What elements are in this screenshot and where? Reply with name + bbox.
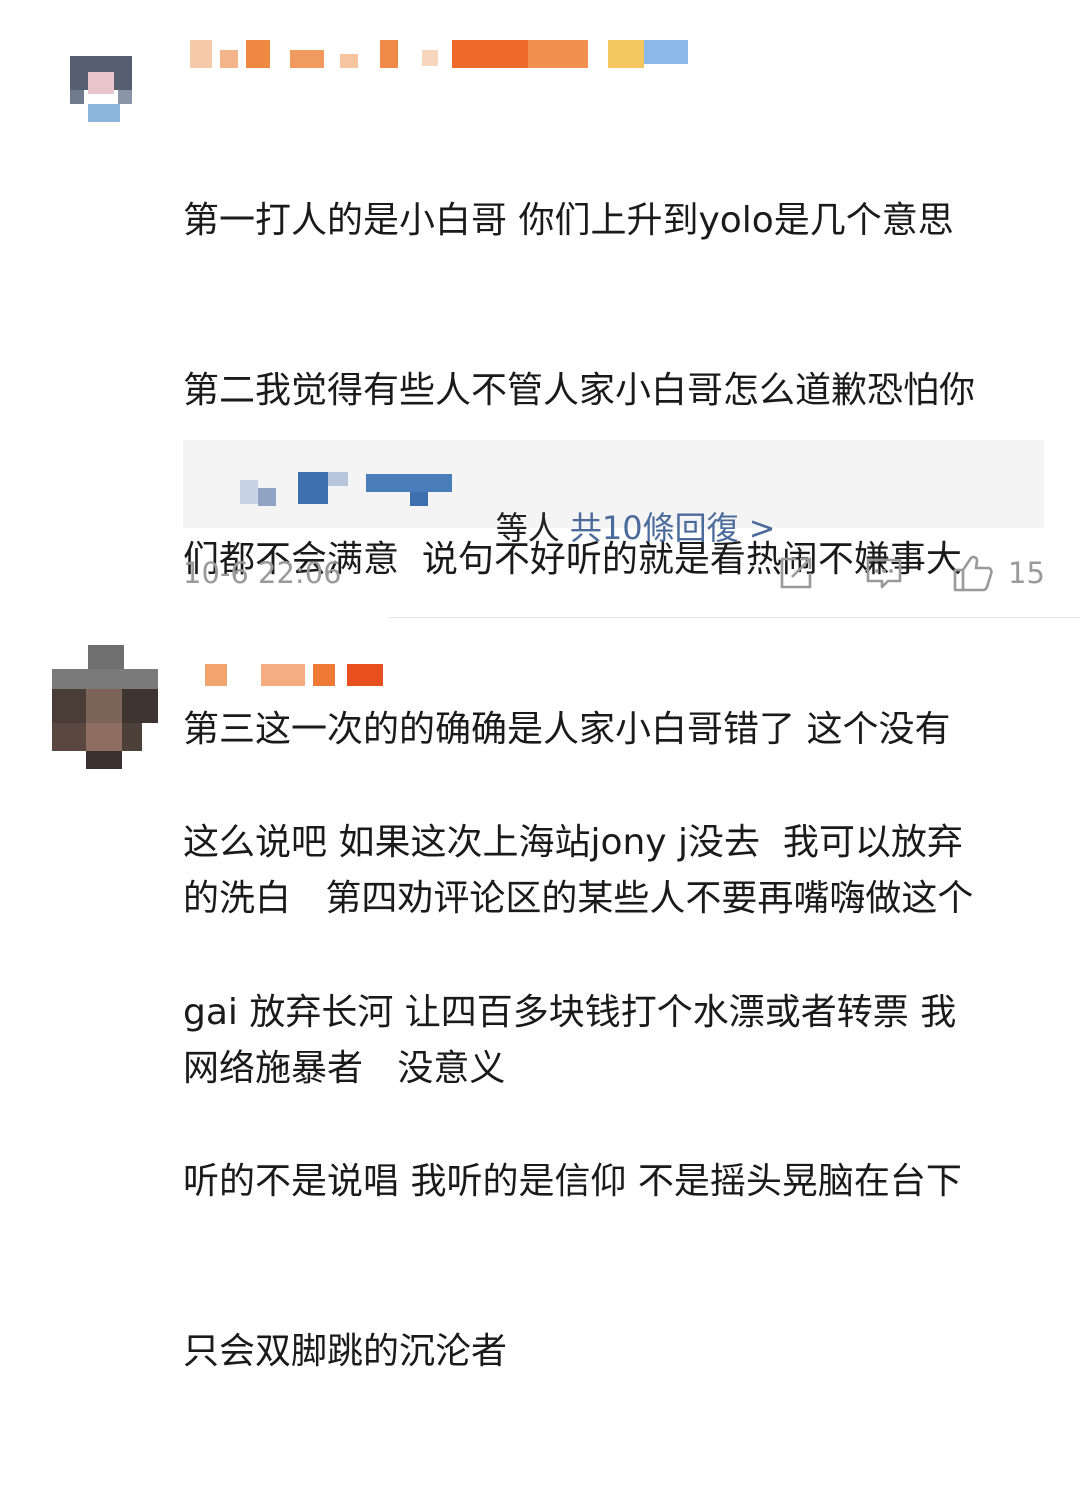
comment-line: 这么说吧 如果这次上海站jony j没去 我可以放弃	[183, 822, 963, 863]
comment-line: 听的不是说唱 我听的是信仰 不是摇头晃脑在台下	[183, 1161, 962, 1202]
divider	[388, 617, 1080, 618]
avatar[interactable]	[52, 645, 158, 769]
like-icon[interactable]	[952, 553, 994, 593]
like-count: 15	[1008, 556, 1045, 590]
comment-line: 第二我觉得有些人不管人家小白哥怎么道歉恐怕你	[183, 369, 976, 411]
reply-avatars-pixelated	[240, 470, 460, 506]
timestamp: 10-6 22:06	[183, 556, 342, 590]
comment-line: 第一打人的是小白哥 你们上升到yolo是几个意思	[183, 200, 954, 241]
reply-summary[interactable]: 等人 共10條回復 >	[455, 462, 776, 594]
share-icon[interactable]	[776, 553, 816, 593]
comment-line: 只会双脚跳的沉沦者	[183, 1330, 508, 1372]
comment-text: 这么说吧 如果这次上海站jony j没去 我可以放弃 gai 放弃长河 让四百多…	[183, 702, 963, 1493]
comment-icon[interactable]	[864, 553, 904, 593]
username[interactable]	[205, 660, 395, 690]
view-replies-link[interactable]: 共10條回復 >	[570, 509, 776, 547]
avatar[interactable]	[70, 38, 150, 130]
username[interactable]	[190, 36, 690, 72]
reply-summary-suffix: 等人	[495, 509, 570, 547]
comment-line: gai 放弃长河 让四百多块钱打个水漂或者转票 我	[183, 991, 957, 1033]
